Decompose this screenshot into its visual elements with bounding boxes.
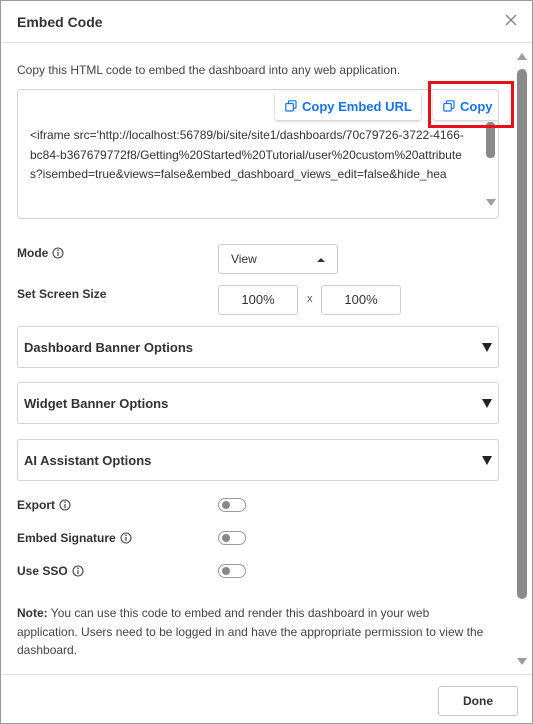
screen-width-input[interactable]: 100% — [218, 285, 298, 315]
embed-code-box[interactable]: <iframe src='http://localhost:56789/bi/s… — [17, 89, 499, 219]
close-icon[interactable] — [504, 13, 518, 27]
export-label: Export — [17, 498, 71, 512]
info-icon[interactable] — [52, 247, 64, 259]
scroll-down-icon[interactable] — [517, 658, 527, 665]
mode-label: Mode — [17, 246, 64, 260]
accordion-title: Widget Banner Options — [24, 396, 169, 411]
code-scrollbar[interactable] — [486, 118, 496, 214]
export-label-text: Export — [17, 498, 56, 512]
embed-signature-label-text: Embed Signature — [17, 531, 116, 545]
copy-embed-url-button[interactable]: Copy Embed URL — [275, 92, 421, 120]
size-separator: x — [307, 293, 313, 305]
export-toggle[interactable] — [218, 498, 246, 512]
embed-signature-label: Embed Signature — [17, 531, 132, 545]
mode-select[interactable]: View — [218, 244, 338, 274]
toggle-knob — [222, 501, 230, 509]
use-sso-label-text: Use SSO — [17, 564, 68, 578]
info-icon[interactable] — [59, 499, 71, 511]
toggle-knob — [222, 567, 230, 575]
toggle-knob — [222, 534, 230, 542]
copy-embed-url-label: Copy Embed URL — [302, 98, 412, 114]
screen-size-label: Set Screen Size — [17, 287, 107, 301]
dialog-header: Embed Code — [1, 1, 532, 43]
accordion-title: Dashboard Banner Options — [24, 340, 194, 355]
use-sso-label: Use SSO — [17, 564, 84, 578]
copy-icon — [285, 100, 297, 112]
accordion-title: AI Assistant Options — [24, 453, 152, 468]
embed-code-text: <iframe src='http://localhost:56789/bi/s… — [30, 128, 464, 181]
note-text: Note: You can use this code to embed and… — [17, 604, 487, 660]
caret-down-icon — [482, 399, 492, 408]
note-prefix: Note: — [17, 606, 48, 620]
screen-height-input[interactable]: 100% — [321, 285, 401, 315]
dialog-scrollbar[interactable] — [516, 49, 528, 669]
use-sso-toggle[interactable] — [218, 564, 246, 578]
copy-label: Copy — [460, 98, 493, 114]
info-icon[interactable] — [72, 565, 84, 577]
instructions-text: Copy this HTML code to embed the dashboa… — [17, 63, 401, 77]
mode-label-text: Mode — [17, 246, 49, 260]
caret-down-icon — [482, 456, 492, 465]
accordion-ai-assistant-options[interactable]: AI Assistant Options — [17, 439, 499, 481]
dialog-footer: Done — [1, 674, 532, 723]
caret-down-icon — [482, 343, 492, 352]
accordion-widget-banner-options[interactable]: Widget Banner Options — [17, 382, 499, 424]
copy-button[interactable]: Copy — [433, 92, 498, 120]
embed-signature-toggle[interactable] — [218, 531, 246, 545]
info-icon[interactable] — [120, 532, 132, 544]
mode-select-value: View — [231, 252, 257, 266]
done-button[interactable]: Done — [438, 686, 518, 716]
note-body: You can use this code to embed and rende… — [17, 606, 484, 657]
accordion-dashboard-banner-options[interactable]: Dashboard Banner Options — [17, 326, 499, 368]
code-scroll-down-icon[interactable] — [486, 199, 496, 206]
caret-up-icon — [317, 258, 325, 262]
code-scrollbar-thumb[interactable] — [486, 122, 495, 158]
dialog-scrollbar-thumb[interactable] — [517, 69, 527, 599]
copy-icon — [443, 100, 455, 112]
scroll-up-icon[interactable] — [517, 53, 527, 60]
dialog-title: Embed Code — [17, 14, 103, 30]
dialog-body: Copy this HTML code to embed the dashboa… — [1, 44, 515, 674]
embed-code-dialog: Embed Code Copy this HTML code to embed … — [0, 0, 533, 724]
